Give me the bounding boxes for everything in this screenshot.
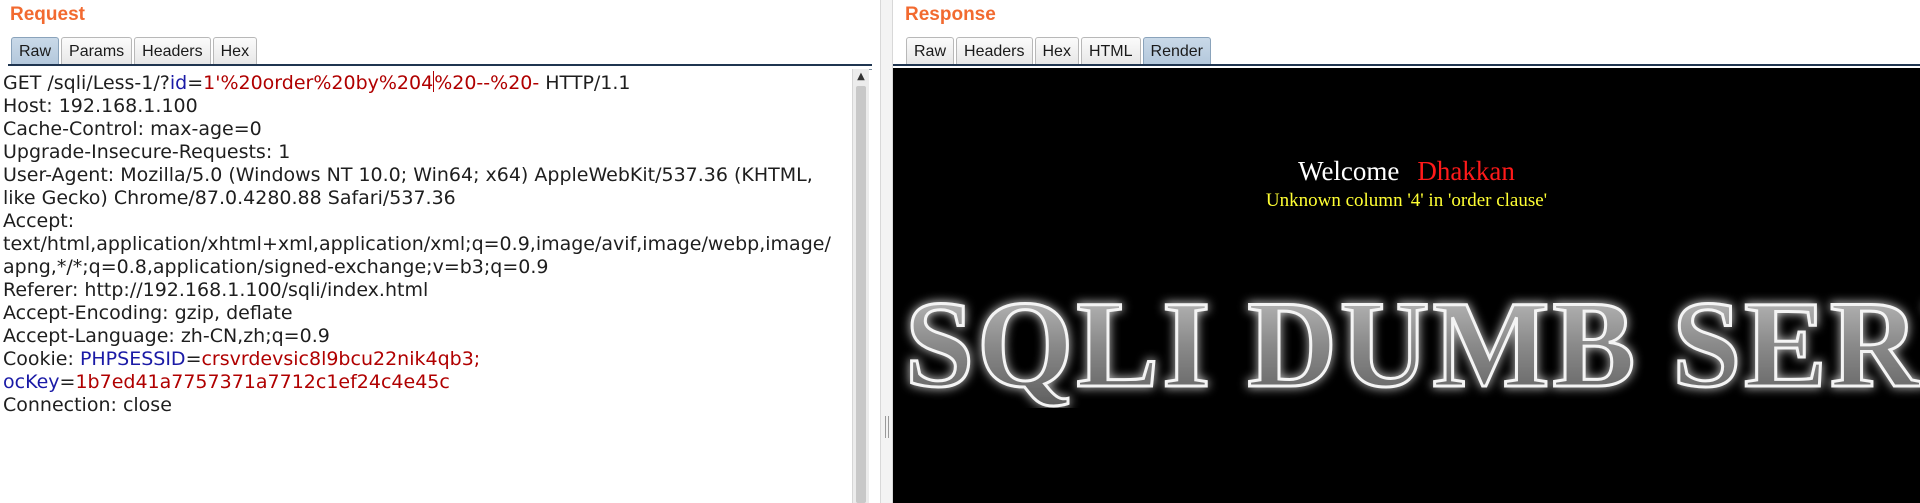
scroll-thumb[interactable]	[856, 86, 866, 503]
split-pane-divider[interactable]	[880, 0, 893, 503]
cookie-equals-1: =	[185, 348, 202, 370]
rendered-page: Welcome Dhakkan Unknown column '4' in 'or…	[893, 68, 1920, 503]
param-equals: =	[187, 72, 204, 94]
cookie-label: Cookie:	[3, 348, 80, 370]
response-tab-raw[interactable]: Raw	[906, 37, 955, 64]
cookie-value-ockey: 1b7ed41a7757371a7712c1ef24c4e45c	[75, 371, 450, 393]
divider-grip-icon[interactable]	[885, 416, 889, 438]
burp-repeater-view: Request Raw Params Headers Hex GET /sqli…	[0, 0, 1920, 503]
cookie-value-phpsessid: crsvrdevsic8l9bcu22nik4qb3;	[201, 348, 481, 370]
request-tab-headers[interactable]: Headers	[134, 37, 211, 64]
param-value-after-caret: %20--%20-	[434, 72, 540, 94]
response-tab-hex[interactable]: Hex	[1034, 37, 1079, 64]
cookie-name-phpsessid: PHPSESSID	[79, 348, 186, 370]
welcome-line: Welcome Dhakkan	[893, 156, 1920, 187]
param-value-before-caret: 1'%20order%20by%204	[203, 72, 434, 94]
banner-text: SQLI DUMB SERIES	[905, 276, 1920, 408]
param-name: id	[169, 72, 188, 94]
response-panel: Response Raw Headers Hex HTML Render Wel…	[893, 0, 1920, 503]
request-scrollbar[interactable]: ▲	[852, 69, 869, 503]
request-tab-hex[interactable]: Hex	[212, 37, 258, 64]
user-name: Dhakkan	[1417, 156, 1515, 186]
request-tab-params[interactable]: Params	[61, 37, 133, 64]
response-tab-html[interactable]: HTML	[1080, 37, 1141, 64]
sqli-dumb-series-banner: SQLI DUMB SERIES	[904, 275, 1920, 409]
request-line-prefix: GET /sqli/Less-1/?	[3, 72, 170, 94]
response-tab-render[interactable]: Render	[1142, 37, 1211, 64]
header-connection: Connection: close	[3, 394, 172, 416]
http-version: HTTP/1.1	[539, 72, 631, 94]
cookie-name-ockey: ocKey	[3, 371, 60, 393]
welcome-text: Welcome	[1298, 156, 1400, 186]
sql-error-message: Unknown column '4' in 'order clause'	[1265, 190, 1548, 211]
request-title: Request	[10, 4, 85, 25]
cookie-equals-2: =	[59, 371, 76, 393]
request-panel: Request Raw Params Headers Hex GET /sqli…	[0, 0, 880, 503]
request-tab-raw[interactable]: Raw	[11, 37, 60, 64]
request-tabs: Raw Params Headers Hex	[11, 37, 259, 65]
response-tabs: Raw Headers Hex HTML Render	[906, 37, 1213, 65]
response-tab-headers[interactable]: Headers	[956, 37, 1033, 64]
scroll-up-arrow-icon[interactable]: ▲	[855, 71, 867, 83]
response-title: Response	[905, 4, 996, 25]
request-editor[interactable]: GET /sqli/Less-1/?id=1'%20order%20by%204…	[0, 69, 852, 503]
